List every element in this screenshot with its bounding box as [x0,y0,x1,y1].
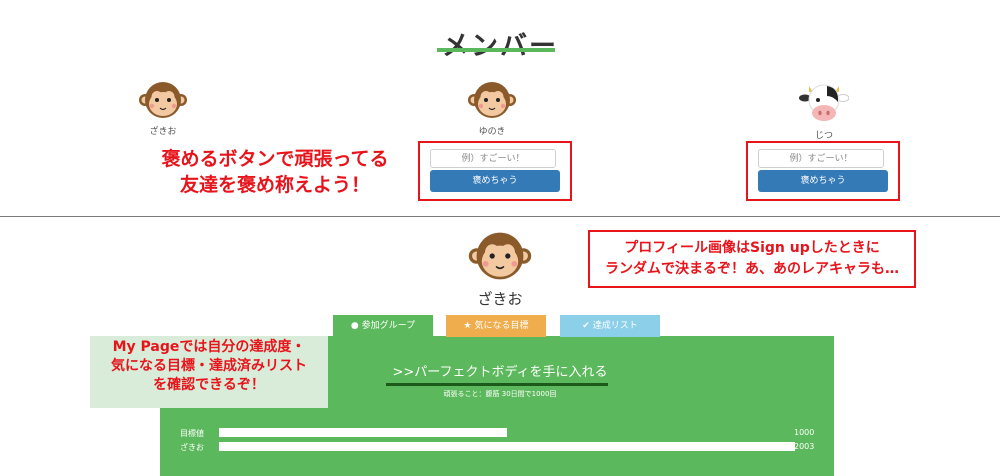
progress-track [219,442,795,451]
annotation-line: を確認できるぞ！ [153,377,265,393]
progress-label: 目標値 [180,429,204,438]
star-icon: ★ [463,321,472,331]
mypage-annotation: My Pageでは自分の達成度・ 気になる目標・達成済みリスト を確認できるぞ！ [90,338,328,395]
progress-track [219,428,795,437]
progress-value: 2003 [794,442,815,451]
annotation-line: 気になる目標・達成済みリスト [111,358,307,374]
monkey-icon[interactable] [467,80,517,120]
praise-button[interactable]: 褒めちゃう [430,170,560,192]
member-name: ざきお [149,127,177,137]
progress-value: 1000 [794,428,815,437]
praise-annotation: 褒めるボタンで頑張ってる 友達を褒め称えよう！ [150,146,400,198]
member-name: ゆのき [478,127,506,137]
annotation-line: プロフィール画像はSign upしたときに [624,240,880,256]
goal-title[interactable]: >>パーフェクトボディを手に入れる [385,361,615,380]
tab-joined-groups[interactable]: ● 参加グループ [333,315,433,337]
tab-interested-goals[interactable]: ★ 気になる目標 [446,315,546,337]
progress-fill [219,428,507,437]
annotation-line: 友達を褒め称えよう！ [179,174,370,196]
progress-label: ざきお [180,443,204,452]
profile-name: ざきお [477,290,523,308]
praise-button[interactable]: 褒めちゃう [758,170,888,192]
section-divider [0,216,1000,217]
check-icon: ✔ [582,321,590,331]
praise-input[interactable]: 例）すごーい！ [430,149,556,168]
members-title: メンバー [442,31,558,62]
monkey-icon [468,232,532,280]
user-icon: ● [350,321,359,331]
title-underline [437,48,555,52]
tab-label: 参加グループ [361,321,416,331]
annotation-line: My Pageでは自分の達成度・ [112,339,306,355]
tab-label: 達成リスト [592,321,638,331]
annotation-line: ランダムで決まるぞ！あ、あのレアキャラも… [605,261,899,277]
praise-input[interactable]: 例）すごーい！ [758,149,884,168]
cow-icon[interactable] [799,80,850,124]
member-card-yunoki: ゆのき [467,80,517,137]
member-card-zakio: ざきお [138,80,188,137]
annotation-line: 褒めるボタンで頑張ってる [161,148,389,170]
tab-label: 気になる目標 [474,321,529,331]
tab-achieved-list[interactable]: ✔ 達成リスト [560,315,660,337]
goal-subtitle: 頑張ること：腹筋 30日間で1000回 [443,390,557,398]
goal-underline [386,383,608,386]
member-card-jitsu: じつ [799,80,850,141]
progress-fill [219,442,795,451]
monkey-icon[interactable] [138,80,188,120]
avatar-annotation: プロフィール画像はSign upしたときに ランダムで決まるぞ！あ、あのレアキャ… [588,230,916,288]
member-name: じつ [814,131,833,141]
